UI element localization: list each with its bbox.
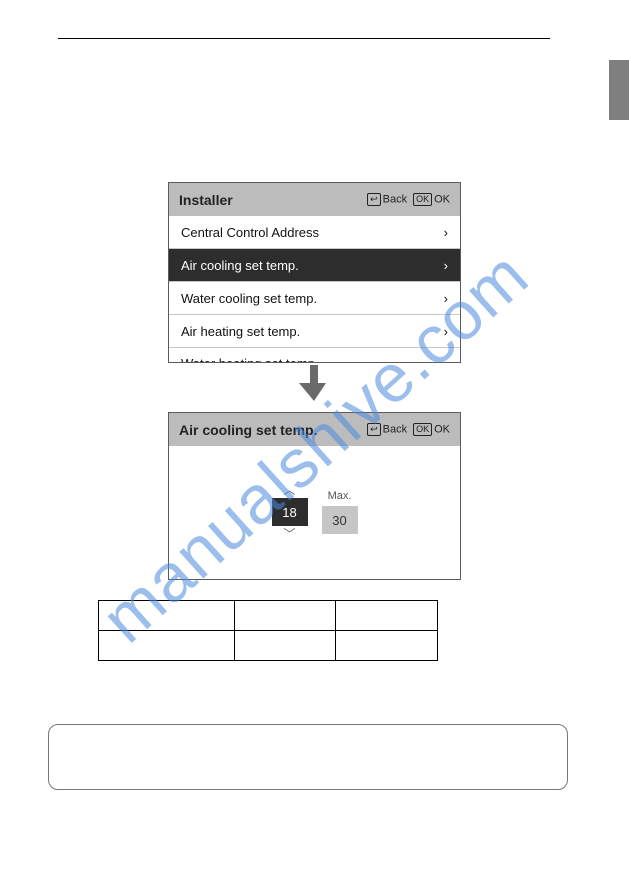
chevron-right-icon: › <box>444 291 448 306</box>
back-icon: ↩ <box>367 193 381 206</box>
max-value-column: Max. 30 <box>322 490 358 534</box>
menu-item-label: Air heating set temp. <box>181 324 300 339</box>
ok-icon: OK <box>413 193 432 206</box>
table-cell <box>234 601 336 631</box>
menu-item-air-cooling[interactable]: Air cooling set temp. › <box>169 249 460 282</box>
chevron-down-icon[interactable]: ﹀ <box>283 528 295 540</box>
ok-button[interactable]: OKOK <box>413 423 450 436</box>
ok-label: OK <box>434 423 450 435</box>
menu-item-water-heating[interactable]: Water heating set temp. <box>169 348 460 362</box>
back-button[interactable]: ↩Back <box>367 423 407 436</box>
menu-item-label: Water cooling set temp. <box>181 291 317 306</box>
header-buttons: ↩Back OKOK <box>367 423 450 436</box>
table-cell <box>99 601 235 631</box>
note-box <box>48 724 568 790</box>
max-value-box[interactable]: 30 <box>322 506 358 534</box>
ok-icon: OK <box>413 423 432 436</box>
back-label: Back <box>383 193 407 205</box>
menu-item-central-control[interactable]: Central Control Address › <box>169 216 460 249</box>
table-cell <box>99 631 235 661</box>
ok-label: OK <box>434 193 450 205</box>
ok-button[interactable]: OKOK <box>413 193 450 206</box>
menu-item-label: Central Control Address <box>181 225 319 240</box>
table-row <box>99 601 438 631</box>
horizontal-rule <box>58 38 550 39</box>
menu-item-air-heating[interactable]: Air heating set temp. › <box>169 315 460 348</box>
chevron-right-icon: › <box>444 324 448 339</box>
chevron-right-icon: › <box>444 258 448 273</box>
table-cell <box>234 631 336 661</box>
page-side-tab <box>609 60 629 120</box>
menu-item-label: Water heating set temp. <box>181 348 319 362</box>
min-value-box[interactable]: 18 <box>272 498 308 526</box>
table-cell <box>336 631 438 661</box>
air-cooling-set-temp-panel: Air cooling set temp. ↩Back OKOK ︿ 18 ﹀ … <box>168 412 461 580</box>
header-buttons: ↩Back OKOK <box>367 193 450 206</box>
installer-menu-panel: Installer ↩Back OKOK Central Control Add… <box>168 182 461 363</box>
arrow-down-icon <box>292 365 336 406</box>
chevron-up-icon[interactable]: ︿ <box>283 484 295 496</box>
menu-item-label: Air cooling set temp. <box>181 258 299 273</box>
back-icon: ↩ <box>367 423 381 436</box>
back-label: Back <box>383 423 407 435</box>
panel-title: Installer <box>179 192 233 208</box>
panel-header: Installer ↩Back OKOK <box>169 183 460 216</box>
panel-title: Air cooling set temp. <box>179 422 317 438</box>
min-value-spinner: ︿ 18 ﹀ <box>272 484 308 540</box>
back-button[interactable]: ↩Back <box>367 193 407 206</box>
menu-item-water-cooling[interactable]: Water cooling set temp. › <box>169 282 460 315</box>
table-cell <box>336 601 438 631</box>
max-label: Max. <box>328 490 352 502</box>
chevron-right-icon: › <box>444 225 448 240</box>
table-row <box>99 631 438 661</box>
value-selector-body: ︿ 18 ﹀ Max. 30 <box>169 446 460 578</box>
panel-header: Air cooling set temp. ↩Back OKOK <box>169 413 460 446</box>
reference-table <box>98 600 438 661</box>
